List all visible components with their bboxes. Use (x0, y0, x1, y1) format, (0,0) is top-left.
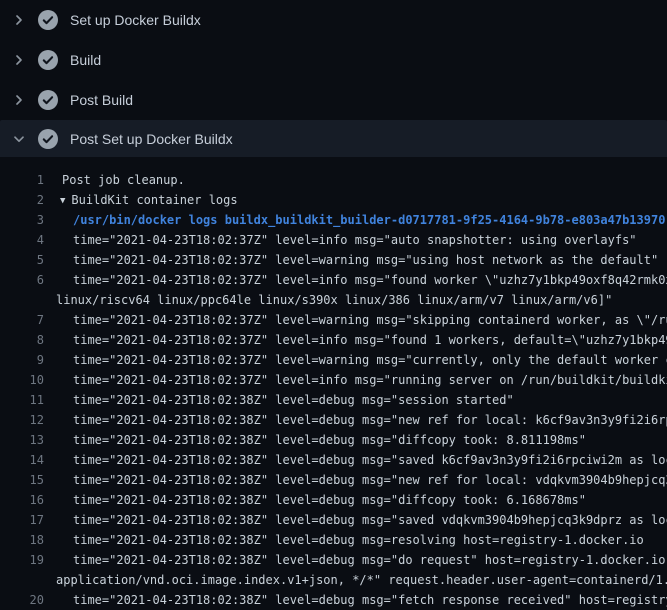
group-toggle-icon[interactable]: ▼ (60, 191, 65, 210)
log-line-number[interactable]: 2 (0, 190, 44, 210)
log-line-number[interactable]: 3 (0, 210, 44, 230)
log-line-number[interactable]: 4 (0, 230, 44, 250)
log-line-text: time="2021-04-23T18:02:38Z" level=debug … (73, 550, 667, 570)
log-line-text: ▼ BuildKit container logs (60, 190, 238, 210)
log-line-number[interactable]: 10 (0, 370, 44, 390)
step-header[interactable]: Post Build (0, 80, 667, 120)
step-list: Set up Docker Buildx Build Post Build (0, 0, 667, 157)
step-label: Set up Docker Buildx (70, 10, 201, 30)
log-line-number[interactable]: 16 (0, 490, 44, 510)
log-line-number[interactable]: 7 (0, 310, 44, 330)
log-line-text: time="2021-04-23T18:02:38Z" level=debug … (73, 590, 667, 610)
log-line: 8 time="2021-04-23T18:02:37Z" level=info… (0, 330, 667, 350)
log-line: 16 time="2021-04-23T18:02:38Z" level=deb… (0, 490, 667, 510)
log-line-text: Post job cleanup. (62, 170, 185, 190)
step-header[interactable]: Build (0, 40, 667, 80)
log-line-number (0, 570, 44, 590)
log-command-text: /usr/bin/docker logs buildx_buildkit_bui… (73, 210, 665, 230)
log-line: application/vnd.oci.image.index.v1+json,… (0, 570, 667, 590)
step-label: Build (70, 50, 101, 70)
log-line: 4 time="2021-04-23T18:02:37Z" level=info… (0, 230, 667, 250)
log-line: 1 Post job cleanup. (0, 170, 667, 190)
log-line-number[interactable]: 15 (0, 470, 44, 490)
log-line-text: time="2021-04-23T18:02:38Z" level=debug … (73, 490, 586, 510)
log-line-text: time="2021-04-23T18:02:37Z" level=info m… (73, 330, 667, 350)
log-line-text: time="2021-04-23T18:02:37Z" level=info m… (73, 270, 667, 290)
log-viewer: 1 Post job cleanup. 2 ▼ BuildKit containe… (0, 157, 667, 610)
log-line-number[interactable]: 17 (0, 510, 44, 530)
log-line: 3 /usr/bin/docker logs buildx_buildkit_b… (0, 210, 667, 230)
step-success-icon (38, 90, 58, 110)
log-line: 9 time="2021-04-23T18:02:37Z" level=warn… (0, 350, 667, 370)
log-line: 20 time="2021-04-23T18:02:38Z" level=deb… (0, 590, 667, 610)
log-line-text: linux/riscv64 linux/ppc64le linux/s390x … (56, 290, 612, 310)
log-line: 15 time="2021-04-23T18:02:38Z" level=deb… (0, 470, 667, 490)
log-line: 13 time="2021-04-23T18:02:38Z" level=deb… (0, 430, 667, 450)
log-line-number[interactable]: 5 (0, 250, 44, 270)
log-line: 14 time="2021-04-23T18:02:38Z" level=deb… (0, 450, 667, 470)
log-line: 17 time="2021-04-23T18:02:38Z" level=deb… (0, 510, 667, 530)
log-line-number[interactable]: 13 (0, 430, 44, 450)
log-line-text: time="2021-04-23T18:02:38Z" level=debug … (73, 530, 644, 550)
chevron-right-icon[interactable] (12, 53, 26, 67)
log-line: 18 time="2021-04-23T18:02:38Z" level=deb… (0, 530, 667, 550)
chevron-right-icon[interactable] (12, 13, 26, 27)
step-success-icon (38, 10, 58, 30)
log-line-number[interactable]: 14 (0, 450, 44, 470)
log-group-label[interactable]: BuildKit container logs (71, 193, 237, 207)
log-line-number[interactable]: 9 (0, 350, 44, 370)
step-header[interactable]: Post Set up Docker Buildx (0, 120, 667, 157)
log-line: 19 time="2021-04-23T18:02:38Z" level=deb… (0, 550, 667, 570)
log-line-text: application/vnd.oci.image.index.v1+json,… (56, 570, 667, 590)
log-line-text: time="2021-04-23T18:02:38Z" level=debug … (73, 510, 667, 530)
log-line-text: time="2021-04-23T18:02:37Z" level=info m… (73, 230, 637, 250)
log-line-text: time="2021-04-23T18:02:38Z" level=debug … (73, 410, 667, 430)
log-line-text: time="2021-04-23T18:02:37Z" level=info m… (73, 370, 667, 390)
log-line-number[interactable]: 1 (0, 170, 44, 190)
log-line-text: time="2021-04-23T18:02:38Z" level=debug … (73, 450, 667, 470)
log-line-text: time="2021-04-23T18:02:37Z" level=warnin… (73, 350, 667, 370)
log-line-text: time="2021-04-23T18:02:38Z" level=debug … (73, 430, 586, 450)
log-line-number[interactable]: 20 (0, 590, 44, 610)
log-line-number[interactable]: 6 (0, 270, 44, 290)
step-label: Post Set up Docker Buildx (70, 129, 233, 149)
log-line: 12 time="2021-04-23T18:02:38Z" level=deb… (0, 410, 667, 430)
chevron-right-icon[interactable] (12, 93, 26, 107)
log-line-number (0, 290, 44, 310)
log-line-text: time="2021-04-23T18:02:37Z" level=warnin… (73, 250, 658, 270)
step-success-icon (38, 129, 58, 149)
step-success-icon (38, 50, 58, 70)
log-line-text: time="2021-04-23T18:02:38Z" level=debug … (73, 390, 514, 410)
log-line: 7 time="2021-04-23T18:02:37Z" level=warn… (0, 310, 667, 330)
log-line: 11 time="2021-04-23T18:02:38Z" level=deb… (0, 390, 667, 410)
chevron-down-icon[interactable] (12, 132, 26, 146)
log-line-number[interactable]: 11 (0, 390, 44, 410)
log-line-number[interactable]: 19 (0, 550, 44, 570)
log-line: 5 time="2021-04-23T18:02:37Z" level=warn… (0, 250, 667, 270)
log-line: 6 time="2021-04-23T18:02:37Z" level=info… (0, 270, 667, 290)
step-header[interactable]: Set up Docker Buildx (0, 0, 667, 40)
log-line-number[interactable]: 18 (0, 530, 44, 550)
log-line: linux/riscv64 linux/ppc64le linux/s390x … (0, 290, 667, 310)
log-line-text: time="2021-04-23T18:02:37Z" level=warnin… (73, 310, 667, 330)
log-line-text: time="2021-04-23T18:02:38Z" level=debug … (73, 470, 667, 490)
log-line-number[interactable]: 12 (0, 410, 44, 430)
step-label: Post Build (70, 90, 133, 110)
log-line: 10 time="2021-04-23T18:02:37Z" level=inf… (0, 370, 667, 390)
log-line: 2 ▼ BuildKit container logs (0, 190, 667, 210)
log-line-number[interactable]: 8 (0, 330, 44, 350)
